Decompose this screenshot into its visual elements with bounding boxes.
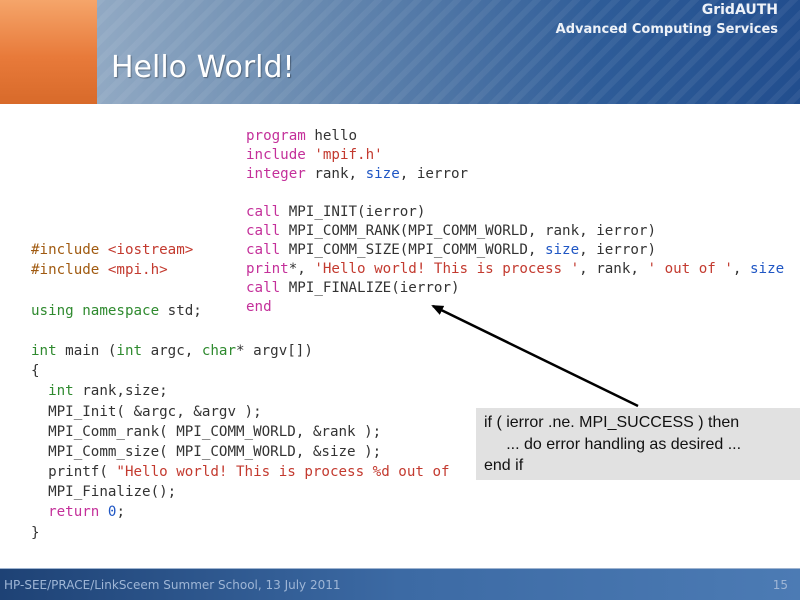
code-text: printf( [31,464,117,481]
code-text: MPI_COMM_RANK(MPI_COMM_WORLD, rank, ierr… [280,223,657,239]
error-handling-callout: if ( ierror .ne. MPI_SUCCESS ) then ... … [476,408,800,480]
slide-header: Hello World! GridAUTH Advanced Computing… [0,0,800,104]
code-line: MPI_Init( &argc, &argv ); [31,403,262,420]
code-text: std; [159,302,202,319]
code-string: <iostream> [107,242,194,258]
code-line: int main (int argc, char* argv[]) [31,341,450,361]
code-keyword: integer [246,166,306,182]
code-line: printf( "Hello world! This is process %d… [31,462,450,482]
code-keyword: include [246,147,306,163]
code-line: call MPI_INIT(ierror) [246,203,784,222]
code-text: argc, [142,342,202,359]
code-text: , [732,261,750,277]
code-text: , rank, [579,261,648,277]
code-line: using namespace std; [31,301,450,321]
code-builtin: size [750,261,785,277]
code-keyword: call [246,204,281,220]
code-text: rank,size; [73,383,168,400]
code-line: include 'mpif.h' [246,146,784,165]
code-builtin: size [365,166,400,182]
code-type: int [31,342,57,359]
code-line: call MPI_COMM_RANK(MPI_COMM_WORLD, rank,… [246,222,784,241]
code-line: #include <iostream> [31,240,450,260]
code-line: } [31,524,40,541]
brand-logo: GridAUTH Advanced Computing Services [556,1,778,39]
code-text: MPI_INIT(ierror) [280,204,426,220]
code-text: , ierror) [579,242,657,258]
code-keyword: return [31,504,100,521]
code-line: #include <mpi.h> [31,260,450,280]
code-text: rank, [305,166,366,182]
code-string: "Hello world! This is process %d out of [116,464,450,481]
code-builtin: size [544,242,580,258]
code-string: 'mpif.h' [305,147,383,163]
callout-line: end if [484,457,524,474]
code-line: MPI_Comm_rank( MPI_COMM_WORLD, &rank ); [31,423,382,440]
code-line: MPI_Finalize(); [31,484,177,501]
header-orange-block [0,0,97,104]
code-keyword: program [246,128,306,144]
code-line: int rank,size; [31,381,450,401]
slide-footer: HP-SEE/PRACE/LinkSceem Summer School, 13… [0,568,800,600]
code-text: main ( [56,342,117,359]
code-type: int [31,383,74,400]
code-type: char [201,342,237,359]
footer-text: HP-SEE/PRACE/LinkSceem Summer School, 13… [4,578,341,592]
code-line: integer rank, size, ierror [246,165,784,184]
code-line: MPI_Comm_size( MPI_COMM_WORLD, &size ); [31,443,382,460]
code-preprocessor: #include [31,242,108,258]
code-keyword: using namespace [31,302,160,319]
brand-name: GridAUTH [701,2,778,18]
code-string: ' out of ' [647,261,733,277]
code-line: program hello [246,127,784,146]
code-number: 0 [99,504,117,521]
slide-title: Hello World! [111,50,295,85]
arrow-line [431,304,639,408]
code-line: return 0; [31,502,450,522]
page-number: 15 [772,578,788,592]
callout-line: if ( ierror .ne. MPI_SUCCESS ) then [484,414,740,431]
code-text: , ierror [399,166,469,182]
callout-line: ... do error handling as desired ... [484,435,742,453]
code-string: <mpi.h> [107,262,168,279]
code-text: hello [305,128,358,144]
brand-subtitle: Advanced Computing Services [555,22,778,37]
code-keyword: call [246,223,281,239]
code-preprocessor: #include [31,262,108,279]
cpp-code-block: #include <iostream> #include <mpi.h> usin… [31,240,450,543]
code-line: { [31,363,40,380]
code-text: * argv[]) [236,342,313,359]
code-text: ; [116,504,125,521]
code-type: int [116,342,143,359]
